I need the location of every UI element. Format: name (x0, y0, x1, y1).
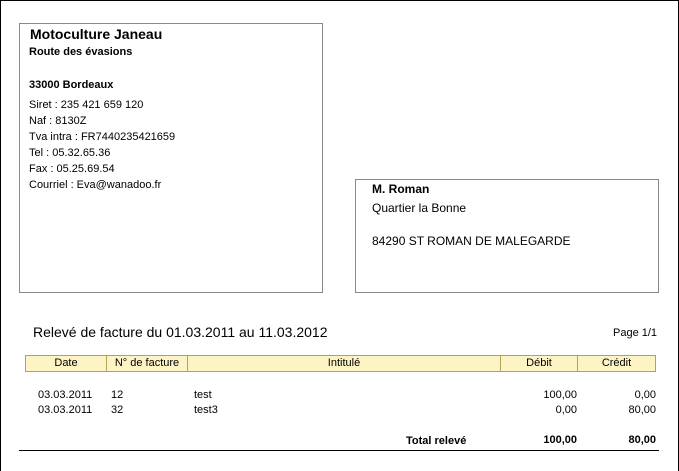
row-credit: 80,00 (628, 404, 656, 416)
row-debit: 0,00 (555, 404, 577, 416)
row-debit: 100,00 (543, 389, 577, 401)
row-label: test (194, 389, 212, 401)
page-number: Page 1/1 (613, 327, 658, 339)
sender-naf: Naf : 8130Z (29, 115, 87, 127)
recipient-city: 84290 ST ROMAN DE MALEGARDE (372, 234, 571, 248)
row-invoice-no: 32 (111, 404, 124, 416)
column-header-label: Intitulé (187, 355, 501, 372)
recipient-street: Quartier la Bonne (372, 201, 467, 215)
row-label: test3 (194, 404, 218, 416)
total-credit: 80,00 (628, 434, 656, 446)
statement-title: Relevé de facture du 01.03.2011 au 11.03… (33, 324, 328, 340)
sender-siret: Siret : 235 421 659 120 (29, 99, 144, 111)
total-rule (19, 450, 659, 451)
column-header-debit: Débit (500, 355, 578, 372)
sender-email: Courriel : Eva@wanadoo.fr (29, 179, 162, 191)
sender-address-box: Motoculture Janeau Route des évasions 33… (19, 23, 323, 293)
total-label: Total relevé (406, 435, 467, 447)
row-credit: 0,00 (634, 389, 656, 401)
sender-tva: Tva intra : FR7440235421659 (29, 131, 176, 143)
sender-fax: Fax : 05.25.69.54 (29, 163, 115, 175)
column-header-invoice-no: N° de facture (106, 355, 188, 372)
column-header-date: Date (25, 355, 107, 372)
row-date: 03.03.2011 (38, 404, 93, 416)
recipient-address-box: M. Roman Quartier la Bonne 84290 ST ROMA… (355, 179, 659, 293)
sender-tel: Tel : 05.32.65.36 (29, 147, 111, 159)
sender-name: Motoculture Janeau (30, 26, 163, 42)
total-debit: 100,00 (543, 434, 577, 446)
column-header-credit: Crédit (577, 355, 656, 372)
row-date: 03.03.2011 (38, 389, 93, 401)
sender-street: Route des évasions (29, 46, 133, 58)
row-invoice-no: 12 (111, 389, 124, 401)
sender-city: 33000 Bordeaux (29, 79, 114, 91)
recipient-name: M. Roman (372, 182, 430, 196)
